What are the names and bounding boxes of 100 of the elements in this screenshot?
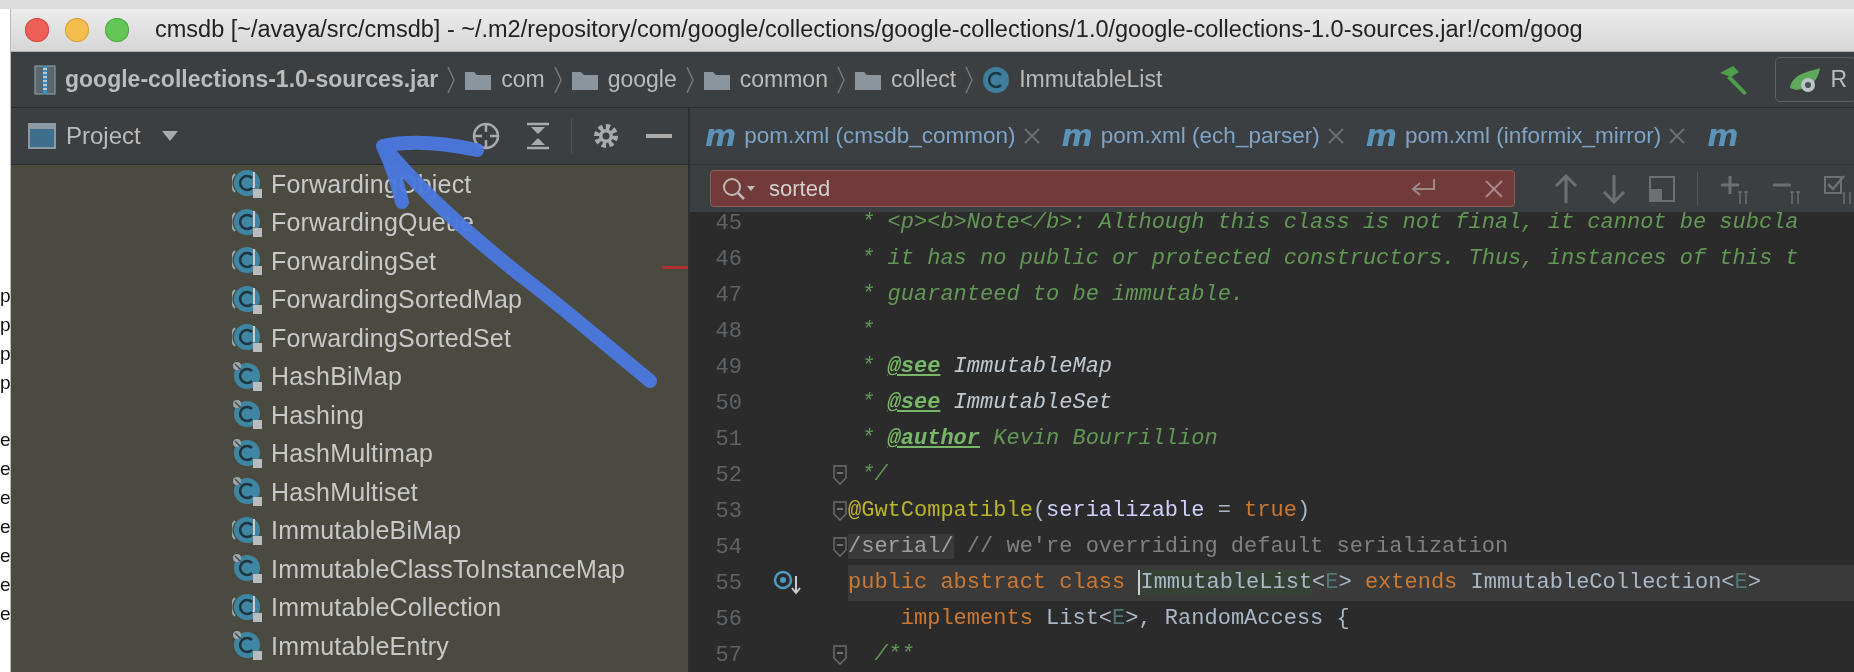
zoom-button[interactable] [105, 18, 129, 42]
maven-icon: m [1365, 121, 1397, 151]
run-configuration-button[interactable]: R [1775, 57, 1854, 102]
code-line: * @author Kevin Bourrillion [860, 425, 1219, 453]
breadcrumb-item[interactable]: com [501, 62, 545, 97]
class-icon [232, 168, 264, 201]
text-fragment: e [0, 515, 10, 539]
line-number: 50 [714, 389, 742, 418]
up-arrow-icon[interactable] [1553, 173, 1579, 204]
text-fragment: p [0, 371, 10, 395]
close-icon[interactable] [1023, 128, 1040, 144]
tree-item[interactable]: HashMultimap [271, 435, 434, 473]
class-icon [232, 476, 264, 509]
code-line: /** [873, 641, 915, 669]
breadcrumb-item[interactable]: collect [890, 62, 957, 97]
line-number: 52 [714, 461, 742, 490]
class-icon [232, 360, 264, 393]
class-icon [232, 591, 264, 624]
text-fragment: e [0, 544, 10, 568]
select-all-icon[interactable] [1649, 175, 1675, 202]
fold-icon[interactable] [833, 645, 847, 665]
code-line: /serial/ // we're overriding default serialization [848, 533, 1510, 561]
line-number: 57 [714, 641, 742, 670]
line-number: 49 [714, 353, 742, 382]
maven-icon: m [705, 121, 737, 151]
fold-icon[interactable] [833, 501, 847, 521]
class-icon [232, 206, 264, 239]
fold-icon[interactable] [833, 465, 847, 485]
fold-icon[interactable] [833, 537, 847, 557]
down-arrow-icon[interactable] [1601, 173, 1627, 204]
tree-item[interactable]: ForwardingSet [271, 242, 437, 280]
breadcrumb-item[interactable]: google-collections-1.0-sources.jar [65, 62, 439, 97]
line-number: 56 [714, 605, 742, 634]
chevron-icon [446, 64, 457, 95]
tree-item[interactable]: ForwardingSortedSet [271, 319, 512, 357]
close-icon[interactable] [1327, 128, 1344, 144]
error-stripe-mark [662, 266, 688, 269]
class-icon [232, 322, 264, 355]
breadcrumb-item[interactable]: ImmutableList [1019, 62, 1163, 97]
line-number: 55 [714, 569, 742, 598]
tree-item[interactable]: ImmutableBiMap [271, 512, 462, 550]
select-occurrences-icon[interactable] [1824, 173, 1854, 204]
line-number: 46 [714, 245, 742, 274]
spring-icon [1788, 65, 1823, 94]
line-number: 53 [714, 497, 742, 526]
line-number: 51 [714, 425, 742, 454]
editor-tab[interactable]: m pom.xml (informix_mirror) [1365, 119, 1708, 153]
chevron-icon [552, 64, 563, 95]
settings-icon[interactable] [592, 122, 620, 150]
override-marker-icon[interactable] [773, 570, 801, 596]
text-fragment: e [0, 428, 10, 452]
tree-item[interactable]: HashMultiset [271, 473, 418, 511]
tree-item[interactable]: ImmutableCollection [271, 589, 502, 627]
tree-item[interactable]: ImmutableClassToInstanceMap [271, 550, 626, 588]
close-button[interactable] [25, 18, 49, 42]
maven-icon: m [1061, 121, 1093, 151]
chevron-icon [835, 64, 846, 95]
add-occurrence-icon[interactable] [1720, 173, 1750, 204]
class-icon [232, 245, 264, 278]
text-fragment: p [0, 313, 10, 337]
minimize-button[interactable] [65, 18, 89, 42]
class-icon [232, 514, 264, 547]
breadcrumb-item[interactable]: google [607, 62, 677, 97]
code-line: * <p><b>Note</b>: Although this class is not final, it cannot be subcla [860, 209, 1800, 237]
panel-title[interactable]: Project [66, 118, 141, 154]
tree-item[interactable]: ForwardingSortedMap [271, 281, 523, 319]
crosshair-icon[interactable] [471, 121, 501, 151]
close-icon[interactable] [1669, 128, 1686, 144]
line-number: 45 [714, 209, 742, 238]
clear-icon[interactable] [1484, 178, 1504, 199]
class-icon [232, 630, 264, 663]
code-line: * it has no public or protected constructors. Thus, instances of this t [860, 245, 1800, 273]
code-line: * [860, 317, 876, 345]
editor-tab[interactable]: m pom.xml (cmsdb_common) [705, 119, 1062, 153]
tree-item[interactable]: ImmutableEntry [271, 627, 449, 665]
breadcrumb-item[interactable]: common [739, 62, 828, 97]
text-fragment: p [0, 342, 10, 366]
caret-icon[interactable] [160, 130, 179, 142]
text-fragment: e [0, 573, 10, 597]
class-icon [232, 283, 264, 316]
class-icon [232, 437, 264, 470]
maven-icon: m [1707, 121, 1739, 151]
class-icon [232, 553, 264, 586]
line-number: 48 [714, 317, 742, 346]
code-line: implements List<E>, RandomAccess { [899, 605, 1351, 633]
editor-tab[interactable]: m pom.xml (ech_parser) [1061, 119, 1366, 153]
text-fragment: e [0, 486, 10, 510]
code-line: * @see ImmutableSet [860, 389, 1114, 417]
search-icon[interactable] [721, 175, 757, 202]
code-line: */ [860, 461, 889, 489]
tree-item[interactable]: Hashing [271, 396, 365, 434]
search-bar[interactable]: sorted [710, 170, 1515, 207]
tree-item[interactable]: HashBiMap [271, 358, 403, 396]
chevron-icon [964, 64, 975, 95]
code-line: * @see ImmutableMap [860, 353, 1114, 381]
collapse-icon[interactable] [525, 122, 551, 150]
text-fragment: p [0, 284, 10, 308]
line-number: 54 [714, 533, 742, 562]
code-line: * guaranteed to be immutable. [860, 281, 1246, 309]
text-fragment: e [0, 457, 10, 481]
